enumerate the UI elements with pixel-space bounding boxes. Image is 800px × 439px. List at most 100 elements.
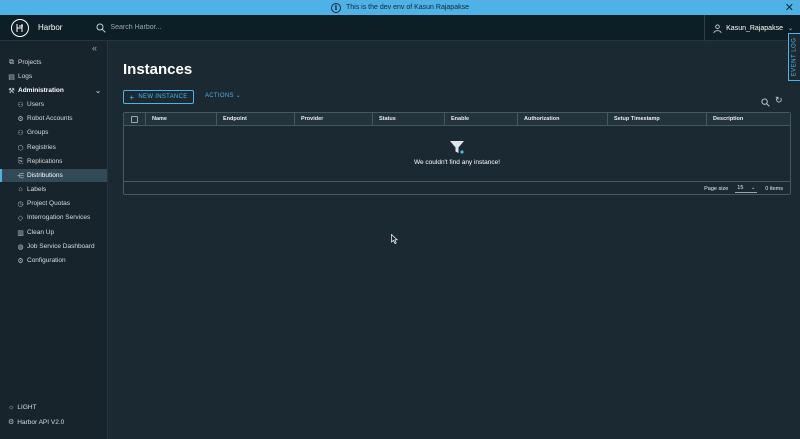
- new-instance-label: NEW INSTANCE: [138, 94, 188, 100]
- new-instance-button[interactable]: + NEW INSTANCE: [123, 90, 194, 104]
- page-size-label: Page size: [704, 185, 729, 192]
- sidebar-item-label: Clean Up: [27, 229, 55, 236]
- replications-icon: ⎘: [17, 157, 24, 165]
- sidebar-item-label: Replications: [27, 158, 63, 165]
- sidebar-item-label: Users: [27, 101, 44, 108]
- groups-icon: ⚇: [17, 129, 24, 137]
- event-log-label: EVENT LOG: [791, 37, 798, 77]
- column-header-name[interactable]: Name: [145, 113, 216, 125]
- close-icon[interactable]: ✕: [785, 1, 794, 14]
- theme-label: LIGHT: [17, 404, 37, 411]
- banner-text: This is the dev env of Kasun Rajapakse: [346, 4, 469, 11]
- administration-icon: ⚒: [8, 87, 15, 95]
- robot-icon: ⚙: [17, 115, 24, 123]
- sidebar-item-registries[interactable]: ⬡ Registries: [0, 141, 107, 154]
- sidebar: « ⧉ Projects ▤ Logs ⚒ Administration ⌄ ⚇…: [0, 41, 108, 439]
- distributions-icon: ⋲: [17, 172, 24, 180]
- chevron-down-icon: ⌄: [235, 93, 242, 99]
- harbor-logo-icon[interactable]: [11, 18, 29, 37]
- page-size-select[interactable]: 15 ⌄: [735, 184, 758, 193]
- theme-toggle[interactable]: ☼ LIGHT: [8, 404, 37, 411]
- sidebar-item-labels[interactable]: ⌂ Labels: [0, 183, 107, 196]
- sidebar-item-label: Administration: [18, 87, 64, 94]
- sidebar-item-distributions[interactable]: ⋲ Distributions: [0, 169, 107, 182]
- column-header-authorization[interactable]: Authorization: [517, 113, 607, 125]
- chevron-down-icon: ⌄: [95, 87, 101, 95]
- sidebar-item-projects[interactable]: ⧉ Projects: [0, 56, 107, 69]
- event-log-tab[interactable]: EVENT LOG: [788, 33, 800, 81]
- sidebar-item-label: Groups: [27, 129, 49, 136]
- page-size-value: 15: [737, 185, 744, 191]
- empty-state: We couldn't find any instance!: [124, 139, 790, 166]
- logs-icon: ▤: [8, 73, 15, 81]
- registries-icon: ⬡: [17, 144, 24, 152]
- sidebar-item-label: Distributions: [27, 172, 63, 179]
- global-search[interactable]: [96, 23, 271, 33]
- gear-icon: ⚙: [17, 257, 24, 265]
- projects-icon: ⧉: [9, 58, 14, 66]
- sidebar-item-label: Projects: [18, 59, 42, 66]
- sidebar-item-label: Logs: [18, 73, 33, 80]
- actions-button[interactable]: ACTIONS ⌄: [205, 92, 242, 100]
- mouse-cursor-icon: [391, 234, 398, 244]
- sidebar-item-label: Interrogation Services: [27, 214, 91, 221]
- sidebar-item-label: Job Service Dashboard: [27, 243, 95, 250]
- info-icon: i: [331, 2, 342, 13]
- brand-name[interactable]: Harbor: [38, 23, 62, 32]
- sidebar-item-configuration[interactable]: ⚙ Configuration: [0, 254, 107, 267]
- sidebar-item-project-quotas[interactable]: ◷ Project Quotas: [0, 197, 107, 210]
- sidebar-item-robot-accounts[interactable]: ⚙ Robot Accounts: [0, 112, 107, 125]
- sidebar-item-label: Registries: [27, 144, 56, 151]
- refresh-icon[interactable]: ↻: [775, 96, 784, 105]
- shield-icon: ◇: [17, 214, 24, 222]
- sidebar-group-administration[interactable]: ⚒ Administration ⌄: [0, 84, 107, 97]
- search-input[interactable]: [110, 24, 271, 31]
- sidebar-item-users[interactable]: ⚇ Users: [0, 98, 107, 111]
- sidebar-item-logs[interactable]: ▤ Logs: [0, 70, 107, 83]
- sidebar-item-label: Configuration: [27, 257, 66, 264]
- trash-icon: ▥: [17, 229, 24, 237]
- sidebar-item-interrogation-services[interactable]: ◇ Interrogation Services: [0, 211, 107, 224]
- datagrid-header: Name Endpoint Provider Status Enable Aut…: [124, 113, 790, 126]
- column-header-setup-timestamp[interactable]: Setup Timestamp: [607, 113, 706, 125]
- empty-message: We couldn't find any instance!: [413, 159, 501, 166]
- column-header-provider[interactable]: Provider: [294, 113, 372, 125]
- api-icon: ⚙: [8, 419, 15, 426]
- column-header-enable[interactable]: Enable: [444, 113, 517, 125]
- chevron-down-icon: ⌄: [787, 25, 793, 32]
- sun-icon: ☼: [8, 404, 15, 411]
- column-header-description[interactable]: Description: [706, 113, 790, 125]
- sidebar-item-label: Labels: [27, 186, 47, 193]
- api-link[interactable]: ⚙ Harbor API V2.0: [8, 418, 65, 427]
- chevron-down-icon: ⌄: [751, 185, 756, 191]
- dashboard-icon: ◍: [17, 243, 24, 251]
- sidebar-item-label: Robot Accounts: [27, 115, 73, 122]
- column-header-status[interactable]: Status: [372, 113, 444, 125]
- info-banner: i This is the dev env of Kasun Rajapakse…: [0, 0, 800, 15]
- search-icon[interactable]: [761, 98, 770, 107]
- users-icon: ⚇: [17, 101, 24, 109]
- user-icon: [713, 23, 722, 33]
- sidebar-item-job-service-dashboard[interactable]: ◍ Job Service Dashboard: [0, 240, 107, 253]
- datagrid-footer: Page size 15 ⌄ 0 items: [124, 181, 790, 195]
- select-all-checkbox[interactable]: [131, 116, 138, 123]
- labels-icon: ⌂: [18, 186, 23, 193]
- page-title: Instances: [123, 61, 193, 78]
- actions-label: ACTIONS: [205, 92, 234, 99]
- items-count: 0 items: [765, 185, 783, 192]
- sidebar-item-groups[interactable]: ⚇ Groups: [0, 126, 107, 139]
- sidebar-item-replications[interactable]: ⎘ Replications: [0, 155, 107, 168]
- search-icon: [96, 23, 107, 33]
- column-header-endpoint[interactable]: Endpoint: [216, 113, 294, 125]
- username: Kasun_Rajapakse: [726, 24, 783, 32]
- top-header: Harbor Kasun_Rajapakse ⌄: [0, 15, 800, 41]
- user-menu[interactable]: Kasun_Rajapakse ⌄: [704, 15, 793, 41]
- filter-icon: [450, 141, 464, 154]
- collapse-sidebar-icon[interactable]: «: [92, 43, 97, 53]
- api-label: Harbor API V2.0: [17, 418, 65, 426]
- sidebar-item-label: Project Quotas: [27, 200, 70, 207]
- instances-datagrid: Name Endpoint Provider Status Enable Aut…: [123, 112, 791, 195]
- sidebar-item-clean-up[interactable]: ▥ Clean Up: [0, 226, 107, 239]
- quotas-icon: ◷: [17, 200, 24, 208]
- plus-icon: +: [129, 92, 135, 102]
